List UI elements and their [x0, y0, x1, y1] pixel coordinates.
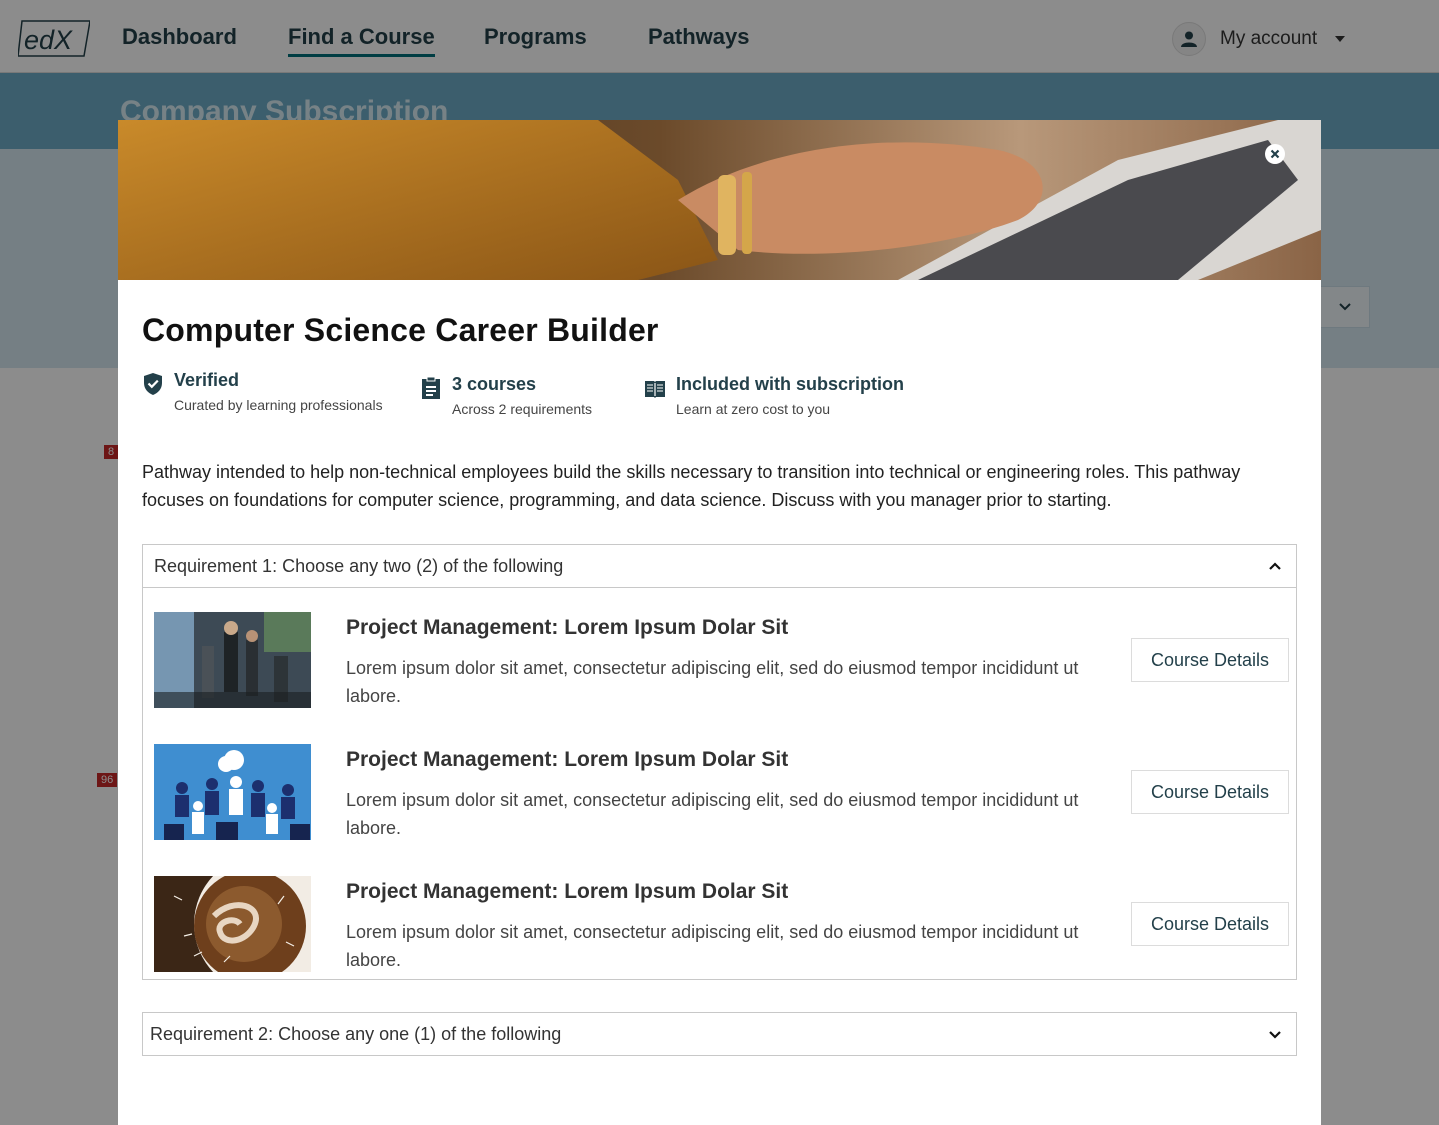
shield-check-icon: [144, 373, 162, 395]
meta-subscription: Included with subscription Learn at zero…: [644, 374, 904, 417]
course-item: Project Management: Lorem Ipsum Dolar Si…: [154, 876, 1289, 974]
chevron-down-icon: [1269, 1030, 1281, 1039]
requirement-1-header[interactable]: Requirement 1: Choose any two (2) of the…: [143, 545, 1296, 588]
meta-subtext: Learn at zero cost to you: [676, 401, 831, 417]
course-details-button[interactable]: Course Details: [1131, 638, 1289, 682]
course-description: Lorem ipsum dolor sit amet, consectetur …: [346, 658, 1079, 706]
pathway-modal: Computer Science Career Builder Verified…: [118, 120, 1321, 1125]
course-thumbnail: [154, 876, 311, 972]
course-item: Project Management: Lorem Ipsum Dolar Si…: [154, 612, 1289, 710]
requirement-label: Requirement 1: Choose any two (2) of the…: [154, 555, 564, 576]
course-item: Project Management: Lorem Ipsum Dolar Si…: [154, 744, 1289, 842]
clipboard-icon: [422, 376, 440, 399]
chevron-up-icon: [1269, 562, 1281, 570]
meta-subtext: Across 2 requirements: [452, 401, 593, 417]
meta-heading: Verified: [174, 370, 240, 390]
requirement-2: Requirement 2: Choose any one (1) of the…: [142, 1012, 1297, 1056]
course-description: Lorem ipsum dolor sit amet, consectetur …: [346, 922, 1079, 970]
course-title[interactable]: Project Management: Lorem Ipsum Dolar Si…: [346, 616, 788, 640]
meta-verified: Verified Curated by learning professiona…: [142, 370, 383, 413]
course-description: Lorem ipsum dolor sit amet, consectetur …: [346, 790, 1079, 838]
requirement-2-header[interactable]: Requirement 2: Choose any one (1) of the…: [143, 1013, 1296, 1056]
pathway-description: Pathway intended to help non-technical e…: [142, 462, 1241, 510]
meta-heading: Included with subscription: [676, 374, 905, 394]
meta-course-count: 3 courses Across 2 requirements: [420, 374, 592, 417]
open-book-icon: [645, 381, 665, 398]
course-thumbnail: [154, 612, 311, 708]
banner-image: [118, 120, 1321, 280]
course-thumbnail: [154, 744, 311, 840]
close-button[interactable]: [1265, 144, 1285, 164]
course-title[interactable]: Project Management: Lorem Ipsum Dolar Si…: [346, 748, 788, 772]
meta-heading: 3 courses: [452, 374, 537, 394]
course-details-button[interactable]: Course Details: [1131, 770, 1289, 814]
modal-title: Computer Science Career Builder: [142, 312, 659, 348]
requirement-1: Requirement 1: Choose any two (2) of the…: [142, 544, 1297, 980]
requirement-label: Requirement 2: Choose any one (1) of the…: [150, 1024, 562, 1044]
course-title[interactable]: Project Management: Lorem Ipsum Dolar Si…: [346, 880, 788, 904]
meta-subtext: Curated by learning professionals: [174, 397, 383, 413]
course-details-button[interactable]: Course Details: [1131, 902, 1289, 946]
close-icon: [1270, 149, 1280, 159]
